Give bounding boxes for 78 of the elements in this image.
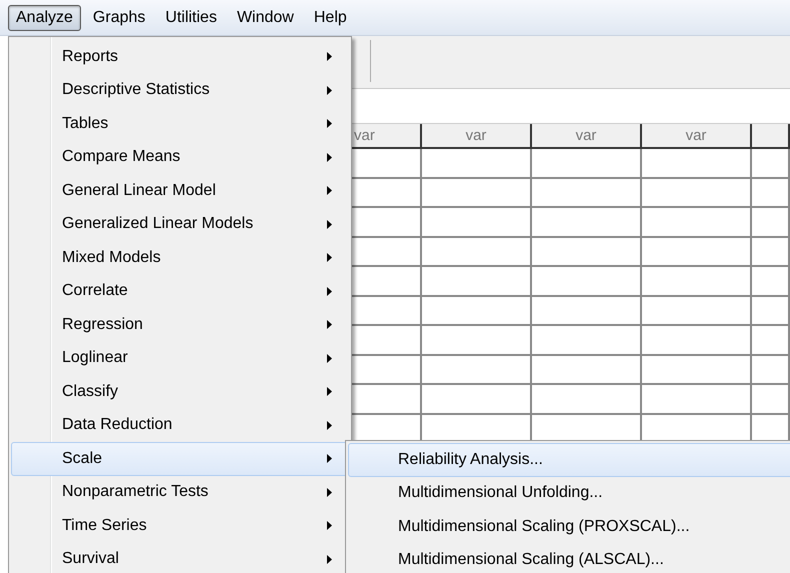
submenu-arrow-icon	[327, 420, 332, 430]
table-cell[interactable]	[422, 296, 532, 326]
menu-bar-item[interactable]: Graphs	[84, 4, 154, 30]
table-cell[interactable]	[422, 267, 532, 296]
submenu-arrow-icon	[327, 186, 332, 196]
menu-item[interactable]: Generalized Linear Models	[11, 208, 349, 241]
table-cell[interactable]	[642, 238, 752, 267]
menu-item[interactable]: Regression	[11, 308, 349, 342]
menu-item[interactable]: Nonparametric Tests	[11, 476, 349, 509]
table-cell[interactable]	[642, 149, 752, 178]
table-cell[interactable]	[422, 326, 532, 356]
submenu-arrow-icon	[327, 521, 332, 530]
menu-bar-item[interactable]: Utilities	[157, 4, 225, 30]
menu-item[interactable]: Multidimensional Scaling (PROXSCAL)...	[348, 510, 790, 544]
table-cell[interactable]	[752, 326, 790, 356]
table-cell[interactable]	[642, 267, 752, 296]
table-cell[interactable]	[422, 149, 532, 178]
menu-item[interactable]: Multidimensional Unfolding...	[348, 476, 790, 510]
menu-bar-item[interactable]: Help	[306, 4, 355, 30]
menu-item[interactable]: Reports	[11, 40, 349, 74]
menu-item[interactable]: Multidimensional Scaling (ALSCAL)...	[348, 544, 790, 573]
submenu-arrow-icon	[327, 454, 332, 464]
table-cell[interactable]	[532, 208, 642, 238]
table-cell[interactable]	[752, 296, 790, 326]
menu-item[interactable]: Correlate	[11, 274, 349, 308]
menu-item[interactable]: Loglinear	[11, 342, 349, 375]
menu-bar-item[interactable]: Analyze	[8, 4, 81, 30]
submenu-arrow-icon	[327, 554, 332, 564]
table-cell[interactable]	[532, 178, 642, 208]
table-cell[interactable]	[752, 356, 790, 385]
menu-item[interactable]: Descriptive Statistics	[11, 74, 349, 107]
table-cell[interactable]	[752, 238, 790, 267]
table-cell[interactable]	[752, 178, 790, 208]
submenu-arrow-icon	[327, 387, 332, 396]
menu-item[interactable]: Mixed Models	[11, 241, 349, 274]
table-cell[interactable]	[532, 356, 642, 385]
table-cell[interactable]	[422, 385, 532, 414]
submenu-arrow-icon	[327, 52, 332, 62]
submenu-arrow-icon	[327, 286, 332, 296]
table-cell[interactable]	[752, 385, 790, 414]
table-cell[interactable]	[422, 208, 532, 238]
table-cell[interactable]	[752, 149, 790, 178]
table-cell[interactable]	[532, 385, 642, 414]
table-cell[interactable]	[532, 238, 642, 267]
submenu-arrow-icon	[327, 354, 332, 363]
table-cell[interactable]	[422, 238, 532, 267]
column-header[interactable]	[752, 124, 790, 149]
submenu-arrow-icon	[327, 253, 332, 262]
submenu-arrow-icon	[327, 320, 332, 330]
table-cell[interactable]	[532, 267, 642, 296]
menu-item[interactable]: Time Series	[11, 509, 349, 542]
table-cell[interactable]	[642, 208, 752, 238]
submenu-arrow-icon	[327, 86, 332, 95]
column-header[interactable]: var	[422, 124, 532, 149]
table-cell[interactable]	[532, 149, 642, 178]
submenu-arrow-icon	[327, 488, 332, 497]
submenu-arrow-icon	[327, 152, 332, 162]
menu-item[interactable]: Classify	[11, 375, 349, 408]
menu-bar-item[interactable]: Window	[228, 4, 302, 30]
submenu-arrow-icon	[327, 119, 332, 128]
table-cell[interactable]	[642, 385, 752, 414]
table-cell[interactable]	[752, 208, 790, 238]
menu-item[interactable]: Data Reduction	[11, 408, 349, 442]
table-cell[interactable]	[642, 178, 752, 208]
submenu-arrow-icon	[327, 220, 332, 229]
table-cell[interactable]	[532, 296, 642, 326]
menu-item[interactable]: Reliability Analysis...	[348, 443, 790, 476]
table-cell[interactable]	[752, 267, 790, 296]
table-cell[interactable]	[422, 178, 532, 208]
table-cell[interactable]	[642, 356, 752, 385]
menu-item[interactable]: Survival	[11, 542, 349, 573]
column-header[interactable]: var	[642, 124, 752, 149]
table-cell[interactable]	[642, 296, 752, 326]
table-cell[interactable]	[532, 326, 642, 356]
table-cell[interactable]	[642, 326, 752, 356]
column-header[interactable]: var	[532, 124, 642, 149]
table-cell[interactable]	[422, 356, 532, 385]
menu-item[interactable]: General Linear Model	[11, 174, 349, 208]
